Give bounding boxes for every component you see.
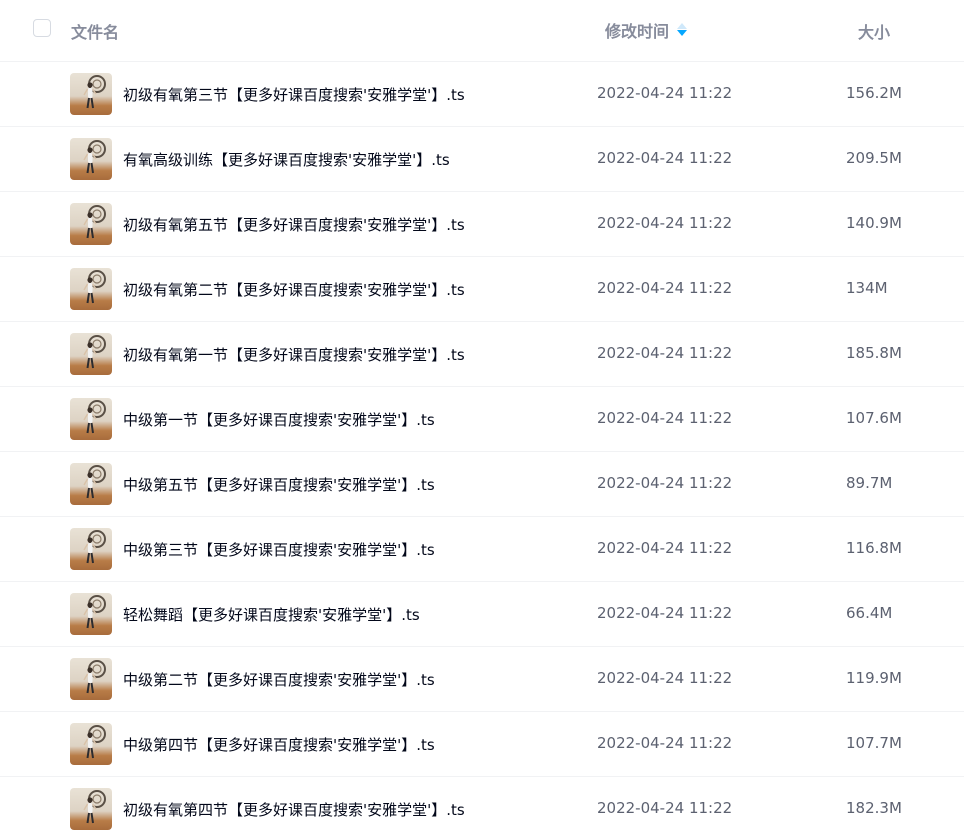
video-thumbnail-icon[interactable] — [70, 788, 112, 830]
video-thumbnail-icon[interactable] — [70, 333, 112, 375]
file-size: 116.8M — [846, 539, 902, 557]
sort-desc-icon[interactable] — [677, 23, 688, 37]
file-modified-time: 2022-04-24 11:22 — [597, 344, 733, 362]
file-row[interactable]: 有氧高级训练【更多好课百度搜索'安雅学堂'】.ts 2022-04-24 11:2… — [0, 127, 964, 192]
file-name[interactable]: 中级第一节【更多好课百度搜索'安雅学堂'】.ts — [123, 409, 435, 430]
file-size: 89.7M — [846, 474, 893, 492]
file-modified-time: 2022-04-24 11:22 — [597, 409, 733, 427]
column-header-size[interactable]: 大小 — [858, 19, 890, 43]
file-name[interactable]: 中级第四节【更多好课百度搜索'安雅学堂'】.ts — [123, 734, 435, 755]
file-row[interactable]: 初级有氧第一节【更多好课百度搜索'安雅学堂'】.ts 2022-04-24 11:… — [0, 322, 964, 387]
file-modified-time: 2022-04-24 11:22 — [597, 604, 733, 622]
file-modified-time: 2022-04-24 11:22 — [597, 799, 733, 817]
file-rows: 初级有氧第三节【更多好课百度搜索'安雅学堂'】.ts 2022-04-24 11:… — [0, 62, 964, 839]
column-header-time[interactable]: 修改时间 — [605, 18, 688, 42]
file-name[interactable]: 轻松舞蹈【更多好课百度搜索'安雅学堂'】.ts — [123, 604, 420, 625]
list-header: 文件名 修改时间 大小 — [0, 0, 964, 62]
video-thumbnail-icon[interactable] — [70, 658, 112, 700]
file-row[interactable]: 中级第一节【更多好课百度搜索'安雅学堂'】.ts 2022-04-24 11:22… — [0, 387, 964, 452]
file-name[interactable]: 初级有氧第一节【更多好课百度搜索'安雅学堂'】.ts — [123, 344, 465, 365]
file-row[interactable]: 初级有氧第五节【更多好课百度搜索'安雅学堂'】.ts 2022-04-24 11:… — [0, 192, 964, 257]
file-name[interactable]: 初级有氧第五节【更多好课百度搜索'安雅学堂'】.ts — [123, 214, 465, 235]
file-size: 140.9M — [846, 214, 902, 232]
file-size: 156.2M — [846, 84, 902, 102]
file-size: 66.4M — [846, 604, 893, 622]
video-thumbnail-icon[interactable] — [70, 723, 112, 765]
file-name[interactable]: 有氧高级训练【更多好课百度搜索'安雅学堂'】.ts — [123, 149, 450, 170]
file-row[interactable]: 初级有氧第二节【更多好课百度搜索'安雅学堂'】.ts 2022-04-24 11:… — [0, 257, 964, 322]
video-thumbnail-icon[interactable] — [70, 463, 112, 505]
file-name[interactable]: 初级有氧第二节【更多好课百度搜索'安雅学堂'】.ts — [123, 279, 465, 300]
file-list: 文件名 修改时间 大小 初级有氧第三节【更多好课百度搜索'安雅学堂'】.ts 20… — [0, 0, 964, 839]
file-size: 107.7M — [846, 734, 902, 752]
column-header-time-label: 修改时间 — [605, 22, 670, 41]
file-size: 185.8M — [846, 344, 902, 362]
file-size: 119.9M — [846, 669, 902, 687]
column-header-name[interactable]: 文件名 — [71, 19, 119, 43]
video-thumbnail-icon[interactable] — [70, 398, 112, 440]
video-thumbnail-icon[interactable] — [70, 528, 112, 570]
select-all-checkbox[interactable] — [33, 19, 51, 37]
video-thumbnail-icon[interactable] — [70, 138, 112, 180]
file-size: 182.3M — [846, 799, 902, 817]
file-row[interactable]: 中级第三节【更多好课百度搜索'安雅学堂'】.ts 2022-04-24 11:22… — [0, 517, 964, 582]
file-modified-time: 2022-04-24 11:22 — [597, 539, 733, 557]
file-name[interactable]: 初级有氧第三节【更多好课百度搜索'安雅学堂'】.ts — [123, 84, 465, 105]
file-row[interactable]: 中级第四节【更多好课百度搜索'安雅学堂'】.ts 2022-04-24 11:22… — [0, 712, 964, 777]
file-name[interactable]: 中级第三节【更多好课百度搜索'安雅学堂'】.ts — [123, 539, 435, 560]
file-modified-time: 2022-04-24 11:22 — [597, 149, 733, 167]
file-name[interactable]: 初级有氧第四节【更多好课百度搜索'安雅学堂'】.ts — [123, 799, 465, 820]
file-row[interactable]: 初级有氧第三节【更多好课百度搜索'安雅学堂'】.ts 2022-04-24 11:… — [0, 62, 964, 127]
file-modified-time: 2022-04-24 11:22 — [597, 734, 733, 752]
file-modified-time: 2022-04-24 11:22 — [597, 474, 733, 492]
file-size: 209.5M — [846, 149, 902, 167]
file-row[interactable]: 轻松舞蹈【更多好课百度搜索'安雅学堂'】.ts 2022-04-24 11:22 6… — [0, 582, 964, 647]
file-name[interactable]: 中级第二节【更多好课百度搜索'安雅学堂'】.ts — [123, 669, 435, 690]
file-modified-time: 2022-04-24 11:22 — [597, 84, 733, 102]
file-row[interactable]: 中级第五节【更多好课百度搜索'安雅学堂'】.ts 2022-04-24 11:22… — [0, 452, 964, 517]
file-row[interactable]: 初级有氧第四节【更多好课百度搜索'安雅学堂'】.ts 2022-04-24 11:… — [0, 777, 964, 839]
file-size: 134M — [846, 279, 888, 297]
file-row[interactable]: 中级第二节【更多好课百度搜索'安雅学堂'】.ts 2022-04-24 11:22… — [0, 647, 964, 712]
file-size: 107.6M — [846, 409, 902, 427]
file-modified-time: 2022-04-24 11:22 — [597, 669, 733, 687]
video-thumbnail-icon[interactable] — [70, 73, 112, 115]
file-name[interactable]: 中级第五节【更多好课百度搜索'安雅学堂'】.ts — [123, 474, 435, 495]
video-thumbnail-icon[interactable] — [70, 203, 112, 245]
file-modified-time: 2022-04-24 11:22 — [597, 214, 733, 232]
video-thumbnail-icon[interactable] — [70, 268, 112, 310]
file-modified-time: 2022-04-24 11:22 — [597, 279, 733, 297]
video-thumbnail-icon[interactable] — [70, 593, 112, 635]
